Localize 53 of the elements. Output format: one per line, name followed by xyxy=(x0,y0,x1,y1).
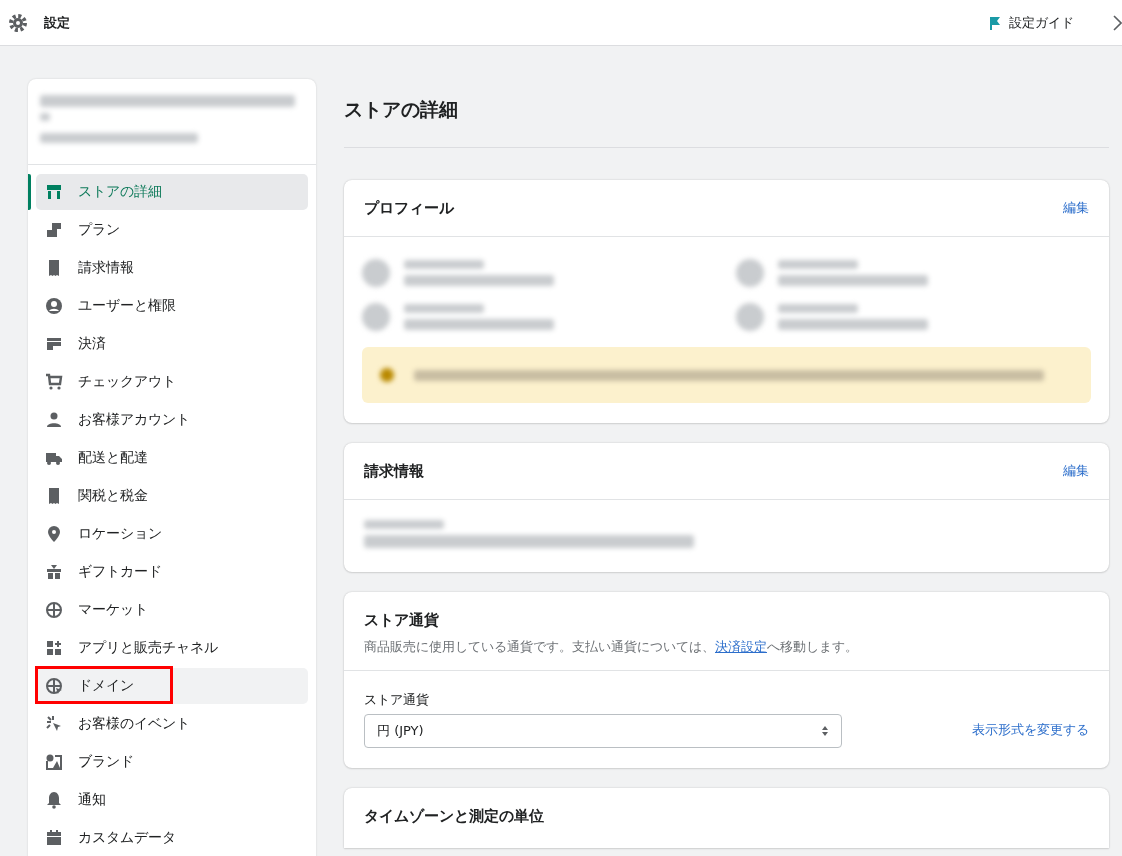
apps-icon xyxy=(44,638,64,658)
blurred-icon xyxy=(380,368,394,382)
settings-icon xyxy=(8,12,28,33)
sidebar-item[interactable]: ドメイン xyxy=(36,668,308,704)
payment-settings-link[interactable]: 決済設定 xyxy=(715,639,767,654)
sidebar-item[interactable]: ロケーション xyxy=(36,516,308,552)
card-title: タイムゾーンと測定の単位 xyxy=(364,806,544,827)
cart-icon xyxy=(44,372,64,392)
sidebar-item[interactable]: チェックアウト xyxy=(36,364,308,400)
currency-select[interactable]: 円 (JPY) xyxy=(364,714,842,748)
sidebar-item[interactable]: カスタムデータ xyxy=(36,820,308,856)
blurred-icon xyxy=(362,259,390,287)
image-icon xyxy=(44,752,64,772)
person-icon xyxy=(44,410,64,430)
page-header-title: 設定 xyxy=(44,13,70,32)
setup-guide-link[interactable]: 設定ガイド xyxy=(987,13,1074,32)
sidebar-item[interactable]: アプリと販売チャネル xyxy=(36,630,308,666)
sidebar-item[interactable]: 通知 xyxy=(36,782,308,818)
chevron-right-icon[interactable] xyxy=(1112,14,1122,31)
sidebar-item[interactable]: 請求情報 xyxy=(36,250,308,286)
page-title: ストアの詳細 xyxy=(344,97,459,122)
card-title: 請求情報 xyxy=(364,461,424,482)
card-title: ストア通貨 xyxy=(364,610,439,631)
edit-link[interactable]: 編集 xyxy=(1063,462,1089,480)
user-circle-icon xyxy=(44,296,64,316)
sidebar-item[interactable]: マーケット xyxy=(36,592,308,628)
field-label: ストア通貨 xyxy=(364,691,430,709)
sidebar-item[interactable]: ストアの詳細 xyxy=(36,174,308,210)
sidebar-item[interactable]: 関税と税金 xyxy=(36,478,308,514)
blurred-icon xyxy=(736,303,764,331)
sidebar-item[interactable]: 決済 xyxy=(36,326,308,362)
gift-icon xyxy=(44,562,64,582)
globe-icon xyxy=(44,600,64,620)
sidebar-item[interactable]: ユーザーと権限 xyxy=(36,288,308,324)
card-title: プロフィール xyxy=(364,198,454,219)
blurred-icon xyxy=(736,259,764,287)
stairs-icon xyxy=(44,220,64,240)
flag-icon xyxy=(987,14,1003,31)
sort-arrows-icon xyxy=(821,725,829,737)
sidebar-item[interactable]: お客様アカウント xyxy=(36,402,308,438)
sidebar-item[interactable]: お客様のイベント xyxy=(36,706,308,742)
calendar-icon xyxy=(44,828,64,848)
blurred-text xyxy=(40,113,50,121)
edit-link[interactable]: 編集 xyxy=(1063,199,1089,217)
sidebar-item[interactable]: プラン xyxy=(36,212,308,248)
blurred-icon xyxy=(362,303,390,331)
sidebar-item[interactable]: ギフトカード xyxy=(36,554,308,590)
card-description: 商品販売に使用している通貨です。支払い通貨については、決済設定へ移動します。 xyxy=(364,638,858,656)
sidebar-item[interactable]: 配送と配達 xyxy=(36,440,308,476)
store-icon xyxy=(44,182,64,202)
globe-cursor-icon xyxy=(44,676,64,696)
change-format-link[interactable]: 表示形式を変更する xyxy=(972,721,1089,739)
sidebar-item[interactable]: ブランド xyxy=(36,744,308,780)
